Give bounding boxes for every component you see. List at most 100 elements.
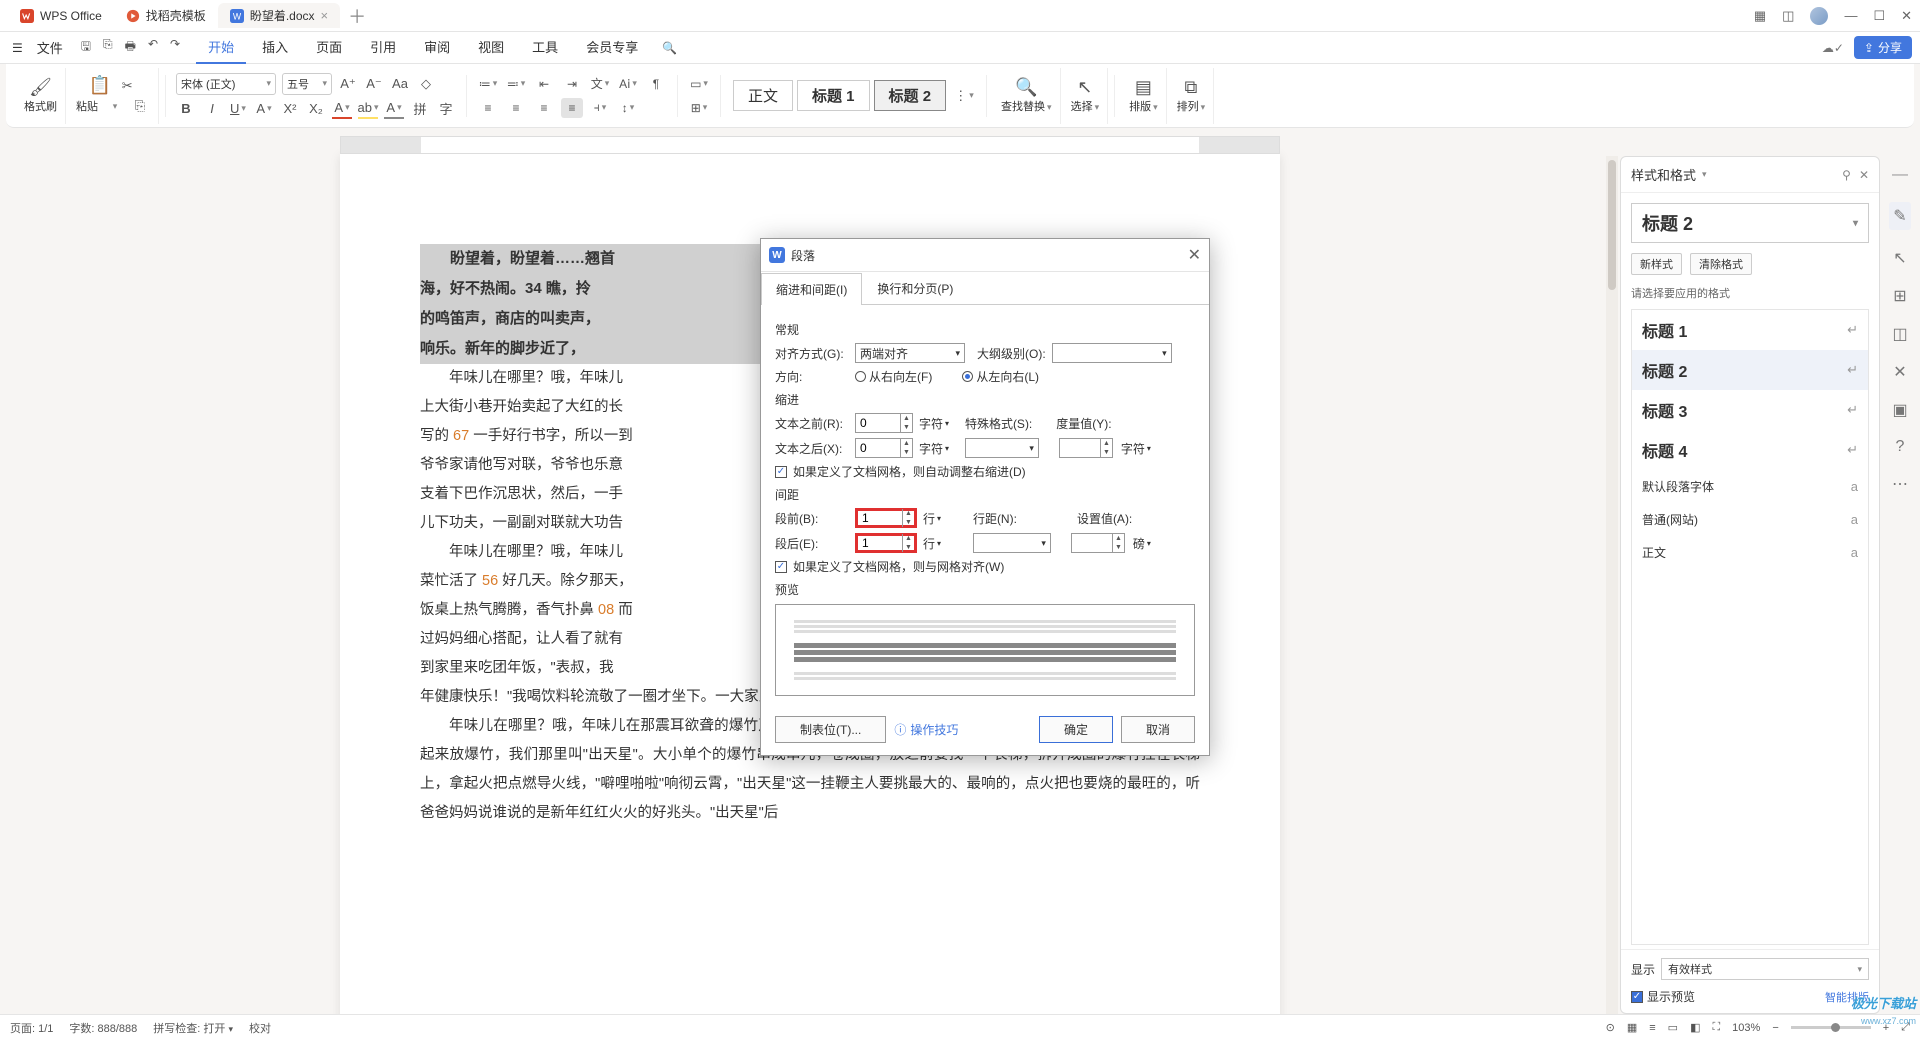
space-before-input[interactable] bbox=[858, 511, 902, 525]
italic-icon[interactable]: I bbox=[202, 99, 222, 119]
view-page-icon[interactable]: ▦ bbox=[1627, 1021, 1637, 1034]
zoom-value[interactable]: 103% bbox=[1732, 1022, 1760, 1034]
align-center-icon[interactable]: ≡ bbox=[505, 98, 527, 118]
auto-adjust-checkbox[interactable]: ✓如果定义了文档网格，则自动调整右缩进(D) bbox=[775, 463, 1195, 480]
view-outline-icon[interactable]: ≡ bbox=[1649, 1022, 1655, 1034]
close-window-button[interactable]: ✕ bbox=[1901, 8, 1912, 24]
metric-spinner[interactable]: ▲▼ bbox=[1059, 438, 1113, 458]
style-item[interactable]: 默认段落字体a bbox=[1632, 470, 1868, 503]
tools-icon[interactable]: ✕ bbox=[1893, 362, 1906, 382]
copy-icon[interactable]: ⎘ bbox=[130, 96, 150, 116]
style-normal[interactable]: 正文 bbox=[733, 80, 793, 111]
undo-icon[interactable]: ↶ bbox=[148, 37, 158, 58]
cursor-tool-icon[interactable]: ↖ bbox=[1893, 248, 1906, 268]
view-fullscreen-icon[interactable]: ⛶ bbox=[1712, 1021, 1720, 1034]
menu-tab-会员专享[interactable]: 会员专享 bbox=[574, 31, 650, 64]
distribute-icon[interactable]: ⫞ bbox=[589, 98, 611, 118]
focus-mode-icon[interactable]: ⊙ bbox=[1606, 1021, 1615, 1034]
arrange-label[interactable]: 排列 bbox=[1177, 98, 1206, 114]
pin-icon[interactable]: ⚲ bbox=[1842, 168, 1851, 182]
cut-icon[interactable]: ✂ bbox=[117, 76, 137, 96]
bold-icon[interactable]: B bbox=[176, 99, 196, 119]
menu-tab-引用[interactable]: 引用 bbox=[358, 31, 408, 64]
redo-icon[interactable]: ↷ bbox=[170, 37, 180, 58]
line-spacing-select[interactable]: ▾ bbox=[973, 533, 1051, 553]
space-before-spinner[interactable]: ▲▼ bbox=[855, 508, 917, 528]
avatar-icon[interactable] bbox=[1810, 7, 1828, 25]
help-icon[interactable]: ? bbox=[1896, 438, 1905, 456]
shading-icon[interactable]: A bbox=[384, 99, 404, 119]
paste-dropdown-icon[interactable] bbox=[104, 96, 124, 116]
more-icon[interactable]: ⋯ bbox=[1892, 474, 1908, 494]
grow-font-icon[interactable]: A⁺ bbox=[338, 74, 358, 94]
box-icon[interactable]: ◫ bbox=[1782, 8, 1794, 24]
set-value-spinner[interactable]: ▲▼ bbox=[1071, 533, 1125, 553]
before-text-spinner[interactable]: ▲▼ bbox=[855, 413, 913, 433]
menu-tab-工具[interactable]: 工具 bbox=[520, 31, 570, 64]
maximize-button[interactable]: ☐ bbox=[1873, 8, 1885, 24]
underline-icon[interactable]: U bbox=[228, 99, 248, 119]
print-icon[interactable]: 🖶 bbox=[125, 37, 136, 58]
align-justify-icon[interactable]: ≡ bbox=[561, 98, 583, 118]
style-heading2[interactable]: 标题 2 bbox=[874, 80, 947, 111]
search-icon[interactable]: 🔍 bbox=[662, 41, 677, 55]
font-color-icon[interactable]: A bbox=[332, 99, 352, 119]
grid-tool-icon[interactable]: ⊞ bbox=[1893, 286, 1906, 306]
clear-format-icon[interactable]: ◇ bbox=[416, 74, 436, 94]
menu-tab-视图[interactable]: 视图 bbox=[466, 31, 516, 64]
panel-close-icon[interactable]: ✕ bbox=[1859, 168, 1869, 182]
dialog-tab-paging[interactable]: 换行和分页(P) bbox=[862, 272, 968, 304]
style-item[interactable]: 标题 2↵ bbox=[1632, 350, 1868, 390]
view-web-icon[interactable]: ▭ bbox=[1668, 1021, 1678, 1034]
superscript-icon[interactable]: X² bbox=[280, 99, 300, 119]
format-painter-icon[interactable]: 🖌 bbox=[29, 77, 52, 98]
metric-input[interactable] bbox=[1060, 441, 1100, 455]
cancel-button[interactable]: 取消 bbox=[1121, 716, 1195, 743]
select-label[interactable]: 选择 bbox=[1071, 98, 1100, 114]
styles-more-icon[interactable]: ⋮ bbox=[954, 86, 974, 106]
layout-icon[interactable]: ▤ bbox=[1135, 77, 1152, 98]
ltr-radio[interactable]: 从左向右(L) bbox=[962, 368, 1039, 385]
file-menu[interactable]: 文件 bbox=[27, 38, 73, 57]
collapse-rail-icon[interactable]: — bbox=[1892, 166, 1908, 184]
find-replace-icon[interactable]: 🔍 bbox=[1015, 77, 1037, 98]
style-item[interactable]: 普通(网站)a bbox=[1632, 503, 1868, 536]
outline-select[interactable]: ▾ bbox=[1052, 343, 1172, 363]
font-family-select[interactable]: 宋体 (正文)▾ bbox=[176, 73, 276, 95]
menu-tab-插入[interactable]: 插入 bbox=[250, 31, 300, 64]
enclose-char-icon[interactable]: 字 bbox=[436, 99, 456, 119]
ok-button[interactable]: 确定 bbox=[1039, 716, 1113, 743]
menu-tab-审阅[interactable]: 审阅 bbox=[412, 31, 462, 64]
chinese-layout-icon[interactable]: 文 bbox=[589, 74, 611, 94]
align-grid-checkbox[interactable]: ✓如果定义了文档网格，则与网格对齐(W) bbox=[775, 558, 1195, 575]
shrink-font-icon[interactable]: A⁻ bbox=[364, 74, 384, 94]
subscript-icon[interactable]: X₂ bbox=[306, 99, 326, 119]
layout-label[interactable]: 排版 bbox=[1129, 98, 1158, 114]
set-value-input[interactable] bbox=[1072, 536, 1112, 550]
document-tab[interactable]: W 盼望着.docx × bbox=[218, 3, 340, 28]
show-marks-icon[interactable]: ¶ bbox=[645, 74, 667, 94]
decrease-indent-icon[interactable]: ⇤ bbox=[533, 74, 555, 94]
find-replace-label[interactable]: 查找替换 bbox=[1001, 98, 1052, 114]
save-icon[interactable]: 🖫 bbox=[81, 37, 91, 58]
print-preview-icon[interactable]: ⎘ bbox=[103, 37, 113, 58]
zoom-slider[interactable] bbox=[1791, 1026, 1871, 1029]
align-right-icon[interactable]: ≡ bbox=[533, 98, 555, 118]
cloud-sync-icon[interactable]: ☁✓ bbox=[1822, 41, 1844, 55]
template-tab[interactable]: 找稻壳模板 bbox=[114, 3, 218, 28]
add-tab-button[interactable]: ＋ bbox=[340, 3, 374, 29]
before-text-input[interactable] bbox=[856, 416, 900, 430]
pencil-tool-icon[interactable]: ✎ bbox=[1889, 202, 1910, 230]
new-style-button[interactable]: 新样式 bbox=[1631, 253, 1682, 275]
style-item[interactable]: 标题 3↵ bbox=[1632, 390, 1868, 430]
zoom-out-icon[interactable]: − bbox=[1772, 1022, 1778, 1034]
app-tab[interactable]: WPS Office bbox=[8, 5, 114, 27]
word-count[interactable]: 字数: 888/888 bbox=[69, 1020, 137, 1036]
hamburger-menu-icon[interactable]: ☰ bbox=[8, 37, 27, 59]
phonetic-icon[interactable]: 拼 bbox=[410, 99, 430, 119]
share-button[interactable]: ⇪分享 bbox=[1854, 36, 1912, 59]
view-tool-icon[interactable]: ▣ bbox=[1892, 400, 1907, 420]
style-heading1[interactable]: 标题 1 bbox=[797, 80, 870, 111]
line-spacing-icon[interactable]: ↕ bbox=[617, 98, 639, 118]
bullet-list-icon[interactable]: ≔ bbox=[477, 74, 499, 94]
